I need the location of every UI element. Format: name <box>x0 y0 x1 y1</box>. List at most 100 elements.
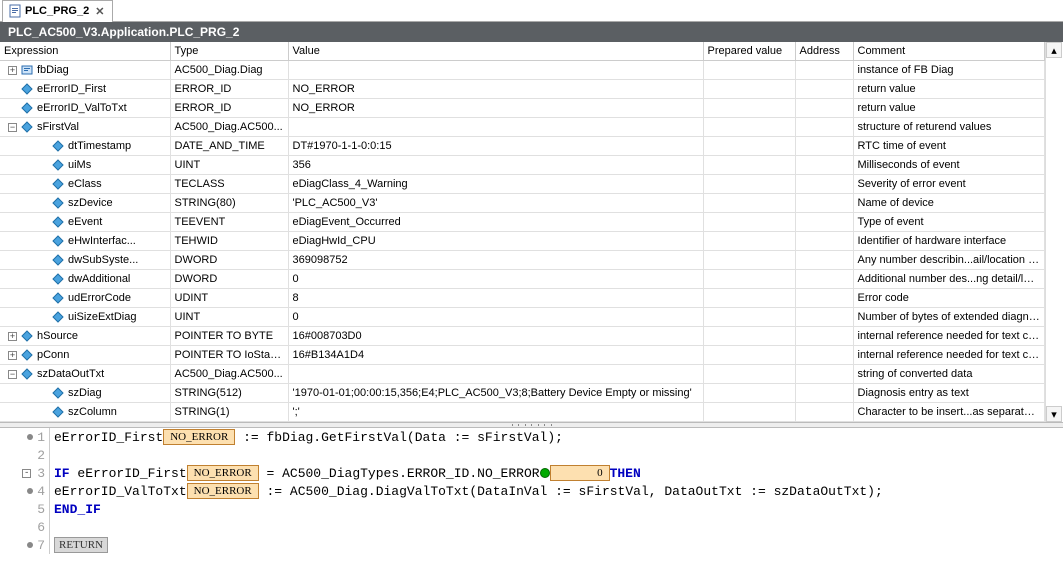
functionblock-icon <box>21 64 33 76</box>
row-prepared[interactable] <box>703 232 795 251</box>
table-row[interactable]: szDiag STRING(512)'1970-01-01;00:00:15,35… <box>0 384 1045 403</box>
row-name: szDiag <box>68 387 102 399</box>
row-type: AC500_Diag.AC500... <box>170 365 288 384</box>
row-prepared[interactable] <box>703 175 795 194</box>
row-prepared[interactable] <box>703 308 795 327</box>
code-ident: eErrorID_First <box>54 430 163 445</box>
table-row[interactable]: eErrorID_ValToTxtERROR_IDNO_ERRORreturn … <box>0 99 1045 118</box>
row-name: dwSubSyste... <box>68 254 138 266</box>
row-value[interactable]: 'PLC_AC500_V3' <box>288 194 703 213</box>
table-row[interactable]: uiMsUINT356Milliseconds of event <box>0 156 1045 175</box>
row-value[interactable]: 0 <box>288 270 703 289</box>
table-row[interactable]: dwSubSyste...DWORD369098752Any number de… <box>0 251 1045 270</box>
breakpoint-indicator-icon[interactable] <box>540 468 550 478</box>
row-type: DATE_AND_TIME <box>170 137 288 156</box>
row-prepared[interactable] <box>703 270 795 289</box>
row-value[interactable]: eDiagClass_4_Warning <box>288 175 703 194</box>
row-prepared[interactable] <box>703 118 795 137</box>
expand-icon[interactable]: + <box>8 66 17 75</box>
row-value[interactable]: NO_ERROR <box>288 99 703 118</box>
variable-icon <box>21 349 33 361</box>
row-comment: internal reference needed for text conve… <box>853 346 1045 365</box>
row-prepared[interactable] <box>703 61 795 80</box>
code-body[interactable]: eErrorID_FirstNO_ERROR := fbDiag.GetFirs… <box>50 428 1063 554</box>
scroll-up-icon[interactable]: ▴ <box>1046 42 1062 58</box>
row-value[interactable] <box>288 365 703 384</box>
table-row[interactable]: dwAdditionalDWORD0Additional number des.… <box>0 270 1045 289</box>
row-value[interactable]: 0 <box>288 308 703 327</box>
row-prepared[interactable] <box>703 365 795 384</box>
row-value[interactable]: NO_ERROR <box>288 80 703 99</box>
table-row[interactable]: szDeviceSTRING(80)'PLC_AC500_V3'Name of … <box>0 194 1045 213</box>
grid-header: Expression Type Value Prepared value Add… <box>0 42 1045 61</box>
col-prepared[interactable]: Prepared value <box>703 42 795 61</box>
expand-icon[interactable]: + <box>8 332 17 341</box>
table-row[interactable]: eErrorID_FirstERROR_IDNO_ERRORreturn val… <box>0 80 1045 99</box>
table-row[interactable]: +fbDiagAC500_Diag.Diaginstance of FB Dia… <box>0 61 1045 80</box>
table-row[interactable]: eHwInterfac...TEHWIDeDiagHwId_CPUIdentif… <box>0 232 1045 251</box>
expand-icon[interactable]: + <box>8 351 17 360</box>
row-value[interactable] <box>288 118 703 137</box>
row-prepared[interactable] <box>703 384 795 403</box>
vertical-scrollbar[interactable]: ▴ ▾ <box>1045 42 1063 422</box>
row-prepared[interactable] <box>703 251 795 270</box>
collapse-icon[interactable]: − <box>8 123 17 132</box>
table-row[interactable]: +pConnPOINTER TO IoStan...16#B134A1D4int… <box>0 346 1045 365</box>
row-comment: structure of returend values <box>853 118 1045 137</box>
row-value[interactable]: 369098752 <box>288 251 703 270</box>
row-name: szColumn <box>68 406 117 418</box>
row-value[interactable]: ';' <box>288 403 703 422</box>
code-text: := fbDiag.GetFirstVal(Data := sFirstVal)… <box>235 430 563 445</box>
tab-active[interactable]: PLC_PRG_2 ✕ <box>2 0 113 22</box>
scroll-down-icon[interactable]: ▾ <box>1046 406 1062 422</box>
row-comment: Identifier of hardware interface <box>853 232 1045 251</box>
row-prepared[interactable] <box>703 289 795 308</box>
row-prepared[interactable] <box>703 213 795 232</box>
row-value[interactable]: eDiagHwId_CPU <box>288 232 703 251</box>
col-value[interactable]: Value <box>288 42 703 61</box>
row-value[interactable]: eDiagEvent_Occurred <box>288 213 703 232</box>
row-prepared[interactable] <box>703 137 795 156</box>
path-bar: PLC_AC500_V3.Application.PLC_PRG_2 <box>0 22 1063 42</box>
row-value[interactable]: 16#B134A1D4 <box>288 346 703 365</box>
col-type[interactable]: Type <box>170 42 288 61</box>
row-value[interactable]: 16#008703D0 <box>288 327 703 346</box>
row-prepared[interactable] <box>703 156 795 175</box>
table-row[interactable]: dtTimestampDATE_AND_TIMEDT#1970-1-1-0:0:… <box>0 137 1045 156</box>
table-row[interactable]: udErrorCodeUDINT8Error code <box>0 289 1045 308</box>
collapse-icon[interactable]: − <box>8 370 17 379</box>
row-value[interactable] <box>288 61 703 80</box>
row-comment: return value <box>853 99 1045 118</box>
variable-icon <box>52 406 64 418</box>
table-row[interactable]: eEventTEEVENTeDiagEvent_OccurredType of … <box>0 213 1045 232</box>
row-value[interactable]: 356 <box>288 156 703 175</box>
row-type: STRING(512) <box>170 384 288 403</box>
col-expression[interactable]: Expression <box>0 42 170 61</box>
col-comment[interactable]: Comment <box>853 42 1045 61</box>
fold-icon[interactable]: - <box>22 469 31 478</box>
table-row[interactable]: −sFirstValAC500_Diag.AC500...structure o… <box>0 118 1045 137</box>
row-address <box>795 251 853 270</box>
row-value[interactable]: '1970-01-01;00:00:15,356;E4;PLC_AC500_V3… <box>288 384 703 403</box>
table-row[interactable]: szColumnSTRING(1)';'Character to be inse… <box>0 403 1045 422</box>
row-value[interactable]: DT#1970-1-1-0:0:15 <box>288 137 703 156</box>
row-prepared[interactable] <box>703 403 795 422</box>
row-value[interactable]: 8 <box>288 289 703 308</box>
row-prepared[interactable] <box>703 346 795 365</box>
row-prepared[interactable] <box>703 327 795 346</box>
table-row[interactable]: uiSizeExtDiagUINT0Number of bytes of ext… <box>0 308 1045 327</box>
row-name: fbDiag <box>37 64 69 76</box>
table-row[interactable]: eClassTECLASSeDiagClass_4_WarningSeverit… <box>0 175 1045 194</box>
row-address <box>795 194 853 213</box>
table-row[interactable]: +hSourcePOINTER TO BYTE16#008703D0intern… <box>0 327 1045 346</box>
watch-grid[interactable]: Expression Type Value Prepared value Add… <box>0 42 1045 422</box>
code-editor[interactable]: 1 2 -3 4 5 6 7 eErrorID_FirstNO_ERROR :=… <box>0 428 1063 554</box>
col-address[interactable]: Address <box>795 42 853 61</box>
close-icon[interactable]: ✕ <box>93 5 106 18</box>
tab-bar: PLC_PRG_2 ✕ <box>0 0 1063 22</box>
row-prepared[interactable] <box>703 194 795 213</box>
row-prepared[interactable] <box>703 80 795 99</box>
table-row[interactable]: −szDataOutTxtAC500_Diag.AC500...string o… <box>0 365 1045 384</box>
row-prepared[interactable] <box>703 99 795 118</box>
row-type: UDINT <box>170 289 288 308</box>
